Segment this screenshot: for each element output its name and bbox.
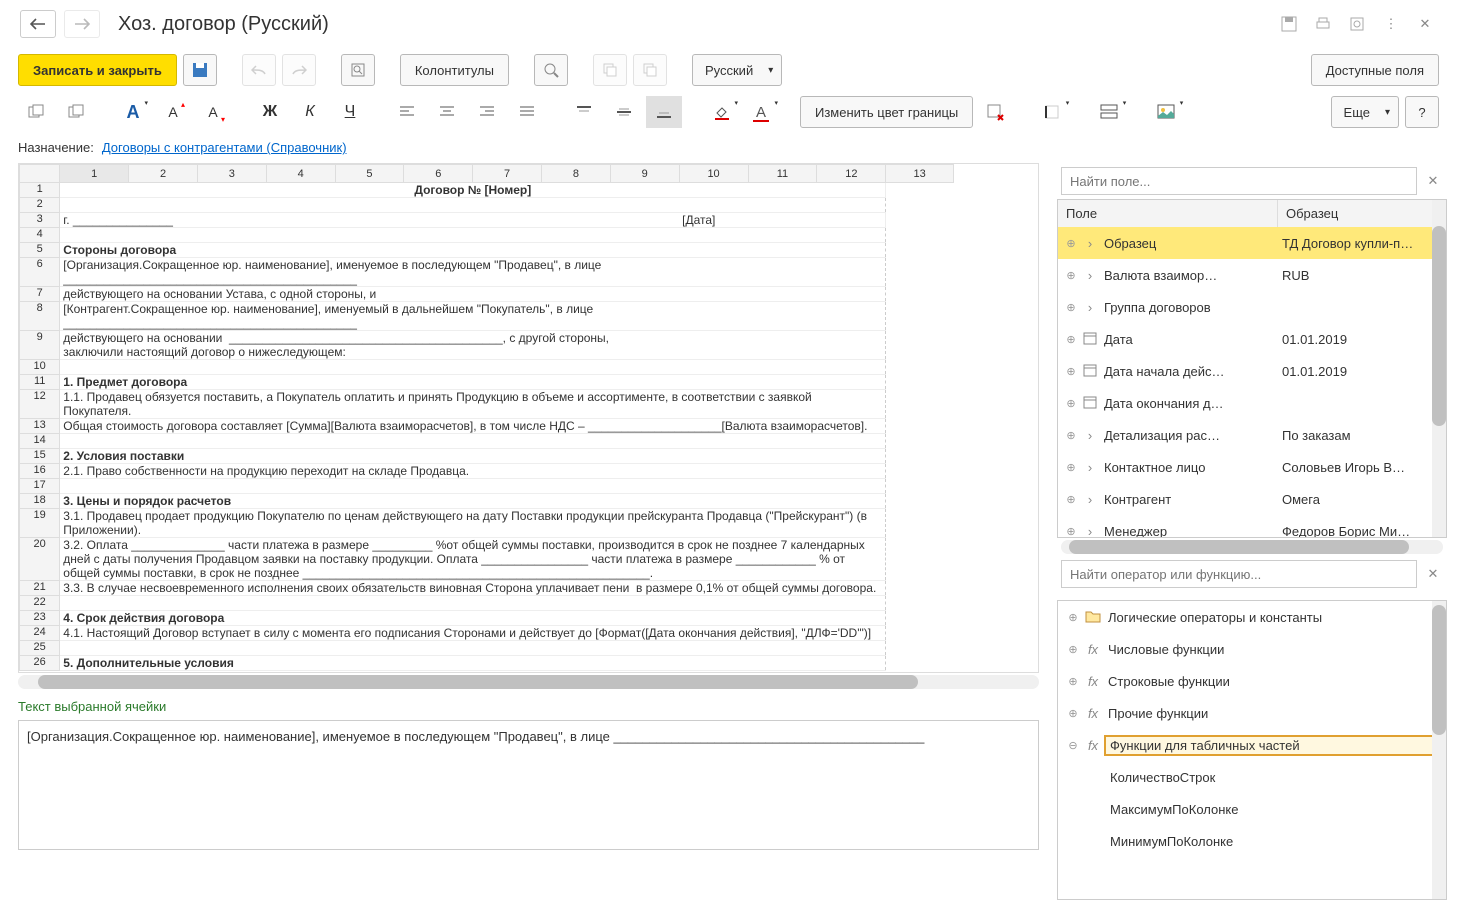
align-center-button[interactable] [429,96,465,128]
undo-button[interactable] [242,54,276,86]
field-search-clear[interactable]: ✕ [1423,173,1443,189]
paste-format-button[interactable] [58,96,94,128]
underline-button[interactable]: Ч [332,96,368,128]
func-row[interactable]: ⊖fxФункции для табличных частей [1058,729,1446,761]
arrow-right-icon [74,18,90,30]
font-decrease-button[interactable]: A▾ [195,96,231,128]
field-row[interactable]: ⊕›ОбразецТД Договор купли-п… [1058,227,1446,259]
field-row[interactable]: ⊕›Группа договоров [1058,291,1446,323]
copy-icon-button[interactable] [593,54,627,86]
save-icon[interactable] [1277,12,1301,36]
right-panel: ✕ Поле Образец ⊕›ОбразецТД Договор купли… [1057,163,1457,900]
copy-format-button[interactable] [18,96,54,128]
fields-col-field: Поле [1058,200,1278,227]
valign-top-button[interactable] [566,96,602,128]
border-left-button[interactable]: ▾ [1034,96,1070,128]
func-row[interactable]: ⊕fxЧисловые функции [1058,633,1446,665]
func-search-clear[interactable]: ✕ [1423,566,1443,582]
func-child[interactable]: МаксимумПоКолонке [1058,793,1446,825]
font-color2-button[interactable]: A▾ [743,96,779,128]
fields-hscrollbar[interactable] [1061,540,1443,554]
bold-button[interactable]: Ж [252,96,288,128]
valign-bottom-button[interactable] [646,96,682,128]
headers-footers-button[interactable]: Колонтитулы [400,54,509,86]
field-search-input[interactable] [1061,167,1417,195]
align-right-button[interactable] [469,96,505,128]
preview-icon[interactable] [1345,12,1369,36]
func-child[interactable]: КоличествоСтрок [1058,761,1446,793]
nav-forward-button[interactable] [64,10,100,38]
print-icon[interactable] [1311,12,1335,36]
toolbar-format: A▾ A▴ A▾ Ж К Ч ▾ A▾ Изменить цвет границ… [0,92,1457,132]
italic-button[interactable]: К [292,96,328,128]
help-button[interactable]: ? [1405,96,1439,128]
page-title: Хоз. договор (Русский) [118,13,329,36]
field-row[interactable]: ⊕›Валюта взаимор…RUB [1058,259,1446,291]
insert-image-button[interactable]: ▾ [1148,96,1184,128]
header: Хоз. договор (Русский) ⋮ ✕ [0,0,1457,48]
valign-middle-button[interactable] [606,96,642,128]
save-button[interactable] [183,54,217,86]
func-row[interactable]: ⊕fxПрочие функции [1058,697,1446,729]
assign-label: Назначение: [18,140,94,155]
field-row[interactable]: ⊕Дата01.01.2019 [1058,323,1446,355]
clear-border-button[interactable] [977,96,1013,128]
func-row[interactable]: ⊕fxСтроковые функции [1058,665,1446,697]
align-justify-button[interactable] [509,96,545,128]
find-button[interactable] [341,54,375,86]
cell-text-label: Текст выбранной ячейки [18,689,1039,720]
zoom-button[interactable] [534,54,568,86]
field-row[interactable]: ⊕Дата начала дейс…01.01.2019 [1058,355,1446,387]
arrow-left-icon [30,18,46,30]
toolbar-main: Записать и закрыть Колонтитулы Русский Д… [0,48,1457,92]
field-row[interactable]: ⊕›Детализация рас…По заказам [1058,419,1446,451]
field-row[interactable]: ⊕Дата окончания д… [1058,387,1446,419]
font-color-button[interactable]: A▾ [115,96,151,128]
paste-icon-button[interactable] [633,54,667,86]
more-dropdown[interactable]: Еще [1331,96,1399,128]
nav-back-button[interactable] [20,10,56,38]
available-fields-button[interactable]: Доступные поля [1311,54,1439,86]
func-row[interactable]: ⊕Логические операторы и константы [1058,601,1446,633]
assign-link[interactable]: Договоры с контрагентами (Справочник) [102,140,347,155]
language-dropdown[interactable]: Русский [692,54,782,86]
border-color-button[interactable]: Изменить цвет границы [800,96,973,128]
save-close-button[interactable]: Записать и закрыть [18,54,177,86]
cell-text-editor[interactable]: [Организация.Сокращенное юр. наименовани… [18,720,1039,850]
func-child[interactable]: МинимумПоКолонке [1058,825,1446,857]
field-row[interactable]: ⊕›КонтрагентОмега [1058,483,1446,515]
border-style-button[interactable]: ▾ [1091,96,1127,128]
font-increase-button[interactable]: A▴ [155,96,191,128]
redo-button[interactable] [282,54,316,86]
field-row[interactable]: ⊕›МенеджерФедоров Борис Ми… [1058,515,1446,538]
fill-color-button[interactable]: ▾ [703,96,739,128]
fields-list[interactable]: Поле Образец ⊕›ОбразецТД Договор купли-п… [1057,199,1447,538]
align-left-button[interactable] [389,96,425,128]
fields-col-sample: Образец [1278,200,1446,227]
more-icon[interactable]: ⋮ [1379,12,1403,36]
close-icon[interactable]: ✕ [1413,12,1437,36]
grid-hscrollbar[interactable] [18,675,1039,689]
spreadsheet-grid[interactable]: 123456789101112131Договор № [Номер]23г. … [18,163,1039,673]
func-search-input[interactable] [1061,560,1417,588]
assign-row: Назначение: Договоры с контрагентами (Сп… [0,132,1457,163]
field-row[interactable]: ⊕›Контактное лицоСоловьев Игорь В… [1058,451,1446,483]
functions-list[interactable]: ⊕Логические операторы и константы⊕fxЧисл… [1057,600,1447,900]
